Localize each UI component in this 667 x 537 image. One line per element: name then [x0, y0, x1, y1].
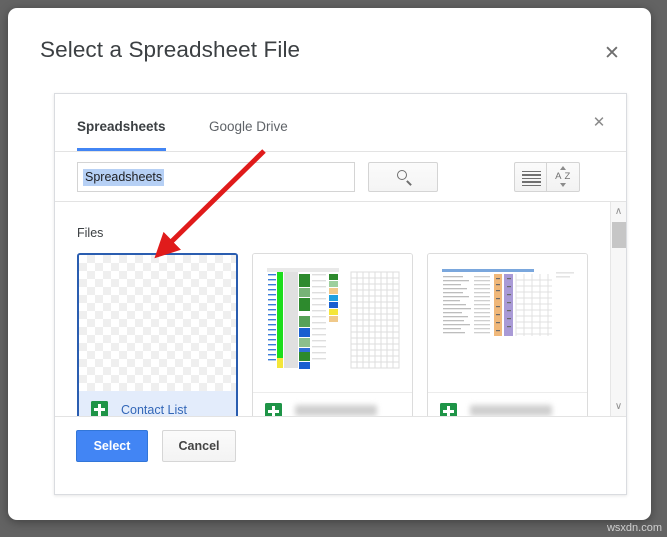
- sort-az-icon[interactable]: A Z: [547, 162, 580, 192]
- search-button[interactable]: [368, 162, 438, 192]
- list-lines-icon: [522, 171, 541, 184]
- action-bar: Select Cancel: [55, 417, 626, 493]
- search-bar: Spreadsheets A Z: [55, 152, 626, 202]
- file-name-label: [295, 405, 377, 416]
- close-icon[interactable]: ✕: [601, 42, 623, 64]
- file-card[interactable]: Contact List: [77, 253, 238, 417]
- select-spreadsheet-dialog: Select a Spreadsheet File ✕ Spreadsheets…: [8, 8, 651, 520]
- picker-close-icon[interactable]: ✕: [590, 113, 608, 131]
- spreadsheet-preview-icon: [253, 254, 412, 393]
- file-thumbnail: [253, 254, 412, 393]
- google-sheets-icon: [440, 403, 457, 417]
- select-button[interactable]: Select: [76, 430, 148, 462]
- file-name-label: Contact List: [121, 403, 230, 417]
- scroll-up-icon[interactable]: ∧: [611, 204, 626, 220]
- tab-spreadsheets[interactable]: Spreadsheets: [77, 94, 166, 151]
- tab-google-drive[interactable]: Google Drive: [209, 94, 288, 151]
- scroll-down-icon[interactable]: ∨: [611, 399, 626, 415]
- tab-bar: Spreadsheets Google Drive ✕: [55, 94, 626, 152]
- page-title: Select a Spreadsheet File: [40, 37, 300, 63]
- files-section-label: Files: [77, 226, 103, 240]
- file-card-footer: [253, 392, 412, 417]
- file-card-footer: Contact List: [79, 391, 236, 417]
- watermark: wsxdn.com: [607, 522, 662, 534]
- caret-down-icon: [560, 183, 566, 187]
- scrollbar-thumb[interactable]: [612, 222, 626, 248]
- file-picker-panel: Spreadsheets Google Drive ✕ Spreadsheets…: [54, 93, 627, 495]
- file-card-footer: [428, 392, 587, 417]
- files-region: Files Contact List: [55, 202, 626, 417]
- cancel-button[interactable]: Cancel: [162, 430, 236, 462]
- file-card[interactable]: [427, 253, 588, 417]
- search-icon-handle: [406, 180, 411, 185]
- caret-up-icon: [560, 166, 566, 170]
- file-card-grid: Contact List: [77, 253, 610, 417]
- file-thumbnail: [79, 255, 236, 394]
- file-card[interactable]: [252, 253, 413, 417]
- search-icon: [397, 170, 407, 180]
- google-sheets-icon: [265, 403, 282, 417]
- spreadsheet-preview-icon: [428, 254, 587, 393]
- search-input-value: Spreadsheets: [83, 169, 164, 186]
- list-view-icon[interactable]: [514, 162, 547, 192]
- file-thumbnail: [428, 254, 587, 393]
- sort-az-label: A Z: [547, 171, 579, 182]
- search-input[interactable]: Spreadsheets: [77, 162, 355, 192]
- google-sheets-icon: [91, 401, 108, 417]
- scrollbar[interactable]: ∧ ∨: [610, 202, 626, 417]
- file-name-label: [470, 405, 552, 416]
